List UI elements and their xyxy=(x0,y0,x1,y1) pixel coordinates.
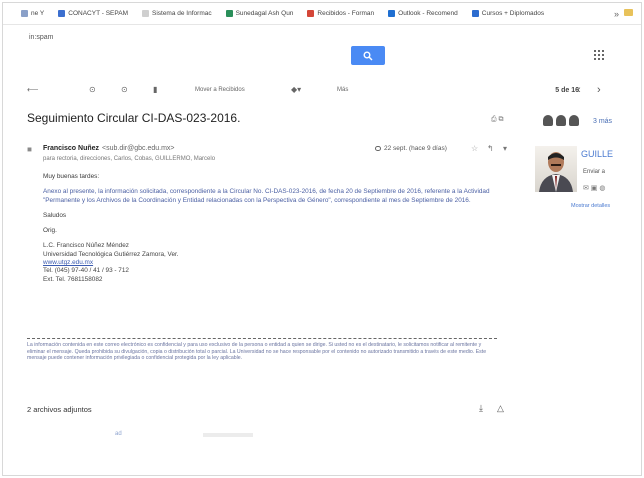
older-chevron-icon[interactable]: › xyxy=(597,84,601,96)
contact-photo xyxy=(535,146,577,192)
bookmarks-overflow-button[interactable]: » xyxy=(614,9,619,19)
bookmark-item[interactable]: Sunedagal Ash Qun xyxy=(225,10,294,17)
message-date-text: 22 sept. (hace 9 días) xyxy=(384,145,447,152)
search-button[interactable] xyxy=(351,46,385,65)
newer-chevron-icon[interactable]: ‹ xyxy=(577,84,581,96)
participant-avatar[interactable] xyxy=(556,115,566,126)
message-body: Muy buenas tardes: Anexo al presente, la… xyxy=(43,173,493,284)
delete-icon[interactable]: ▮ xyxy=(153,85,157,94)
bookmark-item[interactable]: Cursos + Diplomados xyxy=(471,10,545,17)
sender-name[interactable]: Francisco Nuñez <sub.dir@gbc.edu.mx> xyxy=(43,145,175,152)
star-icon[interactable]: ☆ xyxy=(471,144,478,153)
signature: L.C. Francisco Núñez Méndez Universidad T… xyxy=(43,242,493,283)
bookmark-favicon-icon xyxy=(307,10,315,17)
confidentiality-disclaimer: La información contenida en este correo … xyxy=(27,342,487,362)
more-actions-icon[interactable]: ▾ xyxy=(503,144,507,153)
bookmark-item[interactable]: Outlook - Recomend xyxy=(388,10,458,17)
signature-link[interactable]: www.utgz.edu.mx xyxy=(43,259,493,267)
label-icon[interactable]: ◆▾ xyxy=(291,85,301,94)
greeting: Muy buenas tardes: xyxy=(43,173,100,180)
body-paragraph: Anexo al presente, la información solici… xyxy=(43,188,490,204)
reply-icon[interactable]: ↰ xyxy=(487,144,494,153)
download-all-icon[interactable]: ⤓ xyxy=(479,403,483,414)
bookmark-label: Sunedagal Ash Qun xyxy=(235,10,294,17)
contact-details-link[interactable]: Mostrar detalles xyxy=(571,203,610,209)
print-icon[interactable]: ⎙ ⧉ xyxy=(491,116,504,124)
attachment-chip[interactable]: ad xyxy=(115,431,122,437)
closing-line: Orig. xyxy=(43,227,57,235)
bookmarks-bar: ne Y CONACYT - SEPAM Sistema de Informac Su… xyxy=(3,3,641,25)
more-participants-link[interactable]: 3 más xyxy=(593,118,612,125)
bookmark-label: ne Y xyxy=(31,10,45,17)
back-arrow-icon[interactable]: ⟵ xyxy=(27,85,38,94)
contact-action[interactable]: Enviar a xyxy=(583,169,605,175)
bookmark-item[interactable]: Sistema de Informac xyxy=(141,10,212,17)
bookmark-favicon-icon xyxy=(388,10,396,17)
bookmark-label: Sistema de Informac xyxy=(151,10,212,17)
sender-email: <sub.dir@gbc.edu.mx> xyxy=(102,145,175,152)
search-icon xyxy=(363,51,373,60)
bookmark-item[interactable]: Recibidos - Forman xyxy=(307,10,374,17)
attachment-icon xyxy=(375,145,381,151)
archive-icon[interactable]: ⊙ xyxy=(89,85,96,94)
bookmark-item[interactable]: CONACYT - SEPAM xyxy=(58,10,128,17)
participant-avatar[interactable] xyxy=(569,115,579,126)
signature-line: Tel. (045) 97-40 / 41 / 93 - 712 xyxy=(43,267,129,275)
contact-name[interactable]: GUILLE xyxy=(581,149,613,159)
bookmark-favicon-icon xyxy=(21,10,28,17)
message-date: 22 sept. (hace 9 días) xyxy=(375,145,447,152)
bookmark-label: Outlook - Recomend xyxy=(398,10,458,17)
sender-avatar-icon: ◼ xyxy=(27,147,32,153)
contact-icons[interactable]: ✉ ▣ ◍ xyxy=(583,184,605,192)
bookmark-favicon-icon xyxy=(58,10,66,17)
email-subject: Seguimiento Circular CI-DAS-023-2016. xyxy=(27,111,241,125)
bookmark-label: CONACYT - SEPAM xyxy=(68,10,128,17)
participant-avatar[interactable] xyxy=(543,115,553,126)
bookmark-label: Cursos + Diplomados xyxy=(481,10,545,17)
bookmark-favicon-icon xyxy=(225,10,233,17)
more-button[interactable]: Más xyxy=(337,87,348,93)
browser-frame: ne Y CONACYT - SEPAM Sistema de Informac Su… xyxy=(2,2,642,476)
sender-name-text: Francisco Nuñez xyxy=(43,145,100,152)
bookmark-item[interactable]: ne Y xyxy=(21,10,44,17)
save-to-drive-icon[interactable]: △ xyxy=(497,403,504,414)
signature-line: L.C. Francisco Núñez Méndez xyxy=(43,242,129,250)
closing-line: Saludos xyxy=(43,211,67,219)
attachment-chip-placeholder[interactable] xyxy=(203,433,253,437)
attachments-count: 2 archivos adjuntos xyxy=(27,405,92,414)
divider xyxy=(27,338,497,339)
bookmark-label: Recibidos - Forman xyxy=(317,10,375,17)
report-icon[interactable]: ⊙ xyxy=(121,85,128,94)
signature-line: Ext. Tel. 7681158082 xyxy=(43,275,103,283)
signature-line: Universidad Tecnológica Gutiérrez Zamora… xyxy=(43,250,179,258)
apps-grid-icon[interactable] xyxy=(594,50,604,60)
search-input[interactable]: in:spam xyxy=(29,34,54,41)
pagination-count: 5 de 16 xyxy=(555,87,579,94)
message-toolbar: ⟵ ⊙ ⊙ ▮ Mover a Recibidos ◆▾ Más 5 de 16… xyxy=(3,81,641,99)
recipients-line[interactable]: para rectoria, direcciones, Carlos, Coba… xyxy=(43,156,215,162)
folder-icon[interactable] xyxy=(624,9,633,16)
bookmark-favicon-icon xyxy=(141,10,149,17)
bookmark-favicon-icon xyxy=(471,10,479,17)
move-to-inbox-button[interactable]: Mover a Recibidos xyxy=(195,87,245,93)
participants xyxy=(543,115,579,126)
